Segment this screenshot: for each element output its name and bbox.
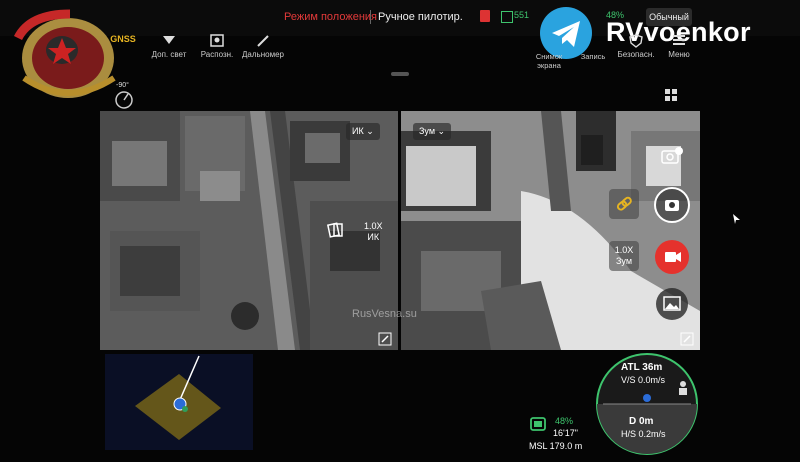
chevron-down-icon: ⌄ [366,126,374,136]
expand-icon [680,332,694,346]
rangefinder-button[interactable]: Дальномер [238,34,288,59]
menu-icon [654,34,704,48]
attitude-indicator: ATL 36m V/S 0.0m/s D 0m H/S 0.2m/s [595,352,699,456]
gimbal-indicator: -90° [112,82,136,110]
distance: D 0m [629,416,654,427]
zoom-mode-dropdown[interactable]: Зум ⌄ [413,123,452,140]
expand-left-button[interactable] [378,332,392,346]
grid-layout-icon [665,89,677,101]
msl-altitude: MSL 179.0 m [529,441,583,451]
gps-icon: GNSS [110,34,136,44]
vertical-speed: V/S 0.0m/s [621,375,666,385]
expand-icon [378,332,392,346]
camera-settings-button[interactable] [660,146,684,166]
layout-switch-button[interactable] [664,88,678,102]
horizontal-speed: H/S 0.2m/s [621,429,666,439]
light-icon [144,34,194,48]
menu-button[interactable]: Меню [654,34,704,59]
atl-altitude: ATL 36m [621,362,663,373]
remote-signal-icon [501,11,513,23]
gallery-button[interactable] [656,288,688,320]
shutter-button[interactable] [654,187,690,223]
screenshot-button[interactable]: Снимок экрана [524,52,574,70]
warning-icon[interactable] [480,10,490,22]
person-icon [679,381,687,395]
flight-time: 16'17" [553,428,578,438]
minimap-canvas [135,355,221,440]
watermark-text: RusVesna.su [352,308,417,320]
gimbal-icon [115,91,133,109]
camera-settings-icon [661,147,683,164]
aux-light-button[interactable]: Доп. свет [144,34,194,59]
video-icon [665,252,681,262]
recognize-icon [192,34,242,48]
thermal-zoom-indicator[interactable]: 1.0X ИК [364,221,383,243]
signal-value: 551 [514,10,530,20]
link-cameras-button[interactable] [609,189,639,219]
expand-right-button[interactable] [680,332,694,346]
link-icon [616,196,632,211]
thermal-mode-dropdown[interactable]: ИК ⌄ [346,123,380,140]
panel-drag-handle[interactable] [391,72,409,76]
rangefinder-icon [238,34,288,48]
chevron-down-icon: ⌄ [437,126,446,136]
mouse-cursor-icon [733,214,740,224]
gallery-icon [663,296,681,311]
zoom-level-indicator[interactable]: 1.0X Зум [609,241,639,271]
minimap[interactable] [105,354,253,450]
gps-button[interactable]: GNSS [98,34,148,50]
video-record-button[interactable] [655,240,689,274]
recognize-button[interactable]: Распозн. [192,34,242,59]
divider [370,10,371,24]
remote-battery-icon [529,416,549,434]
thermal-palette-icon[interactable] [326,221,344,244]
flight-mode-label[interactable]: Режим положения [284,11,377,23]
pilot-mode-label[interactable]: Ручное пилотир. [378,11,463,23]
camera-icon [665,200,679,211]
drone-battery-percent: 48% [555,416,574,426]
